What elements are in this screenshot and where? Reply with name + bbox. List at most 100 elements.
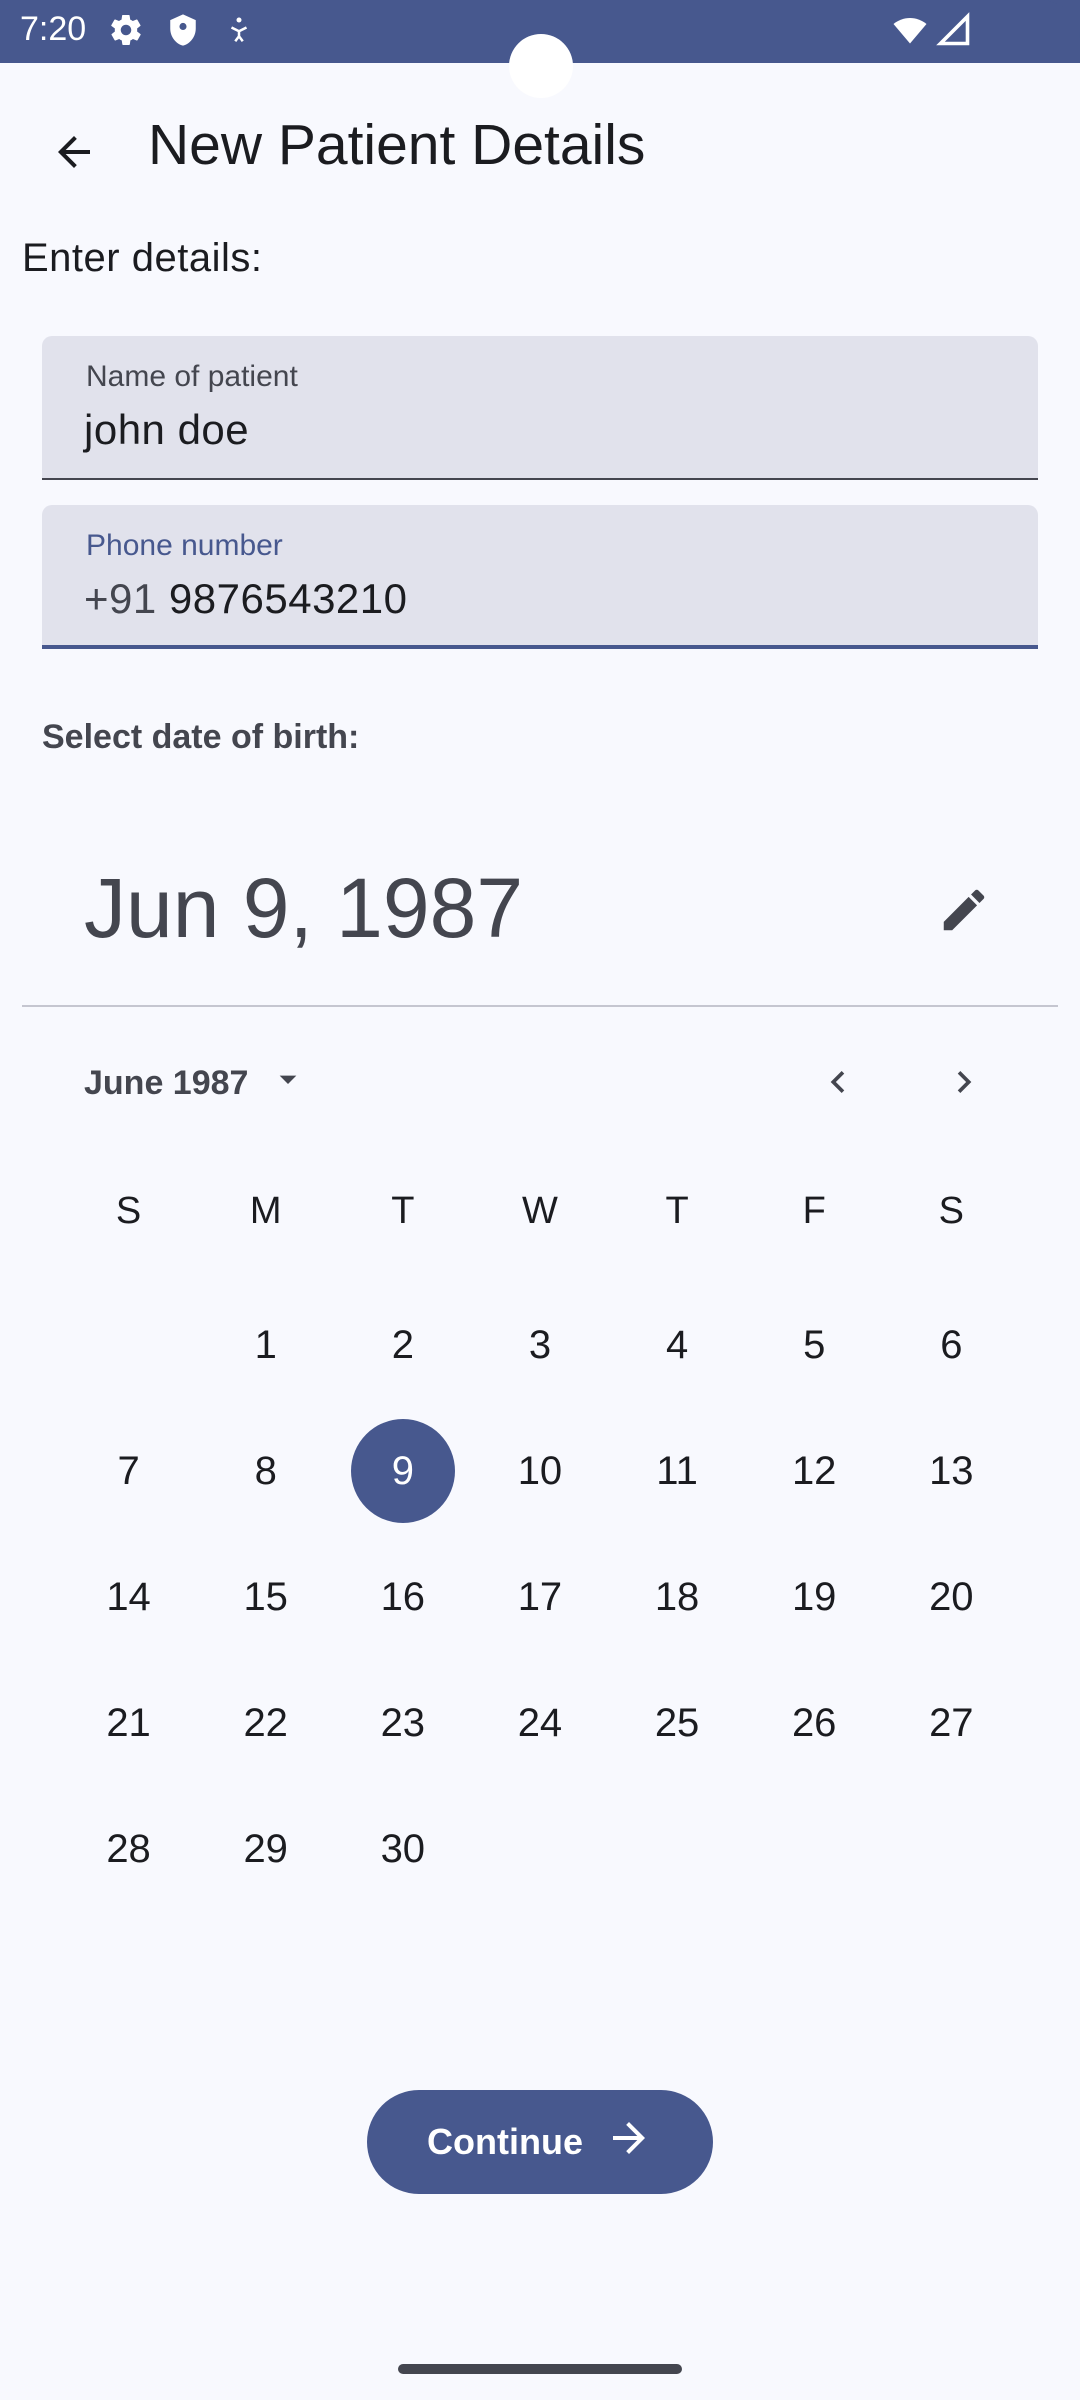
calendar-day[interactable]: 7 <box>60 1408 197 1534</box>
previous-month-button[interactable] <box>802 1048 874 1120</box>
calendar-day[interactable]: 28 <box>60 1786 197 1912</box>
calendar-day[interactable]: 6 <box>883 1282 1020 1408</box>
back-button[interactable] <box>38 118 110 190</box>
calendar-day-label: 3 <box>528 1322 552 1367</box>
calendar-day[interactable]: 23 <box>334 1660 471 1786</box>
name-field-underline <box>42 478 1038 480</box>
calendar-day[interactable]: 25 <box>609 1660 746 1786</box>
calendar-day-label: 13 <box>929 1448 974 1493</box>
calendar-day-label: 21 <box>106 1700 151 1745</box>
calendar-day[interactable]: 1 <box>197 1282 334 1408</box>
calendar-day-label: 1 <box>254 1322 277 1367</box>
calendar-day-label: 11 <box>656 1448 698 1493</box>
dropdown-arrow-icon <box>268 1059 308 1108</box>
name-field-value[interactable]: john doe <box>84 406 249 454</box>
calendar-day-label: 8 <box>254 1448 277 1493</box>
calendar-empty-cell <box>60 1282 197 1408</box>
next-month-button[interactable] <box>928 1048 1000 1120</box>
gear-icon <box>108 12 148 52</box>
phone-field[interactable]: Phone number +91 9876543210 <box>42 505 1038 649</box>
weekday-label: T <box>665 1190 689 1232</box>
weekday-label: S <box>115 1190 142 1232</box>
calendar-day-label: 10 <box>517 1448 563 1493</box>
dob-label: Select date of birth: <box>42 718 360 756</box>
calendar-day[interactable]: 17 <box>471 1534 608 1660</box>
selected-date-headline: Jun 9, 1987 <box>84 861 524 955</box>
name-field-label: Name of patient <box>86 360 298 393</box>
calendar-day[interactable]: 24 <box>471 1660 608 1786</box>
calendar-day[interactable]: 29 <box>197 1786 334 1912</box>
calendar-day-label: 24 <box>517 1700 563 1745</box>
edit-date-button[interactable] <box>928 876 1000 948</box>
calendar-days-grid: 1 2 3 4 5 6 7 8 9 10 11 12 13 14 15 16 17 18 19 20 21 22 23 24 2… <box>60 1282 1020 1912</box>
calendar-day-label: 12 <box>791 1448 837 1493</box>
calendar-day[interactable]: 13 <box>883 1408 1020 1534</box>
phone-field-label: Phone number <box>86 529 283 562</box>
name-field[interactable]: Name of patient john doe <box>42 336 1038 480</box>
calendar-day-label: 6 <box>940 1322 963 1367</box>
weekday-label: F <box>802 1190 826 1232</box>
calendar-day[interactable]: 11 <box>609 1408 746 1534</box>
calendar-day[interactable]: 5 <box>746 1282 883 1408</box>
calendar-day[interactable]: 21 <box>60 1660 197 1786</box>
calendar-day-label: 4 <box>665 1322 689 1367</box>
calendar-day[interactable]: 10 <box>471 1408 608 1534</box>
calendar-day-selected[interactable]: 9 <box>334 1408 471 1534</box>
calendar-day[interactable]: 3 <box>471 1282 608 1408</box>
calendar-day-label: 2 <box>391 1322 414 1367</box>
calendar-day-label: 14 <box>106 1574 151 1619</box>
calendar-day-label: 7 <box>117 1448 140 1493</box>
calendar-day-label: 18 <box>654 1574 700 1619</box>
month-year-selector[interactable]: June 1987 <box>84 1058 308 1108</box>
continue-button[interactable]: Continue <box>367 2090 713 2194</box>
divider <box>22 1005 1058 1007</box>
status-time: 7:20 <box>20 10 87 48</box>
calendar-day[interactable]: 16 <box>334 1534 471 1660</box>
calendar-day-label: 30 <box>380 1826 426 1871</box>
signal-icon <box>936 12 976 52</box>
weekday-label: S <box>938 1190 964 1232</box>
arrow-forward-icon <box>605 2114 653 2171</box>
weekday-label: T <box>391 1190 415 1232</box>
calendar-day[interactable]: 18 <box>609 1534 746 1660</box>
weekday-label: W <box>522 1190 558 1232</box>
calendar-day-label: 9 <box>350 1419 455 1523</box>
month-year-label: June 1987 <box>84 1063 249 1102</box>
calendar-day-label: 17 <box>517 1574 563 1619</box>
phone-field-value[interactable]: 9876543210 <box>169 575 408 622</box>
calendar-day-label: 23 <box>380 1700 426 1745</box>
calendar-day-label: 15 <box>243 1574 288 1619</box>
home-indicator[interactable] <box>398 2364 682 2374</box>
weekday-label: M <box>249 1190 282 1232</box>
calendar-day[interactable]: 12 <box>746 1408 883 1534</box>
phone-field-content: +91 9876543210 <box>84 575 408 623</box>
calendar-day[interactable]: 15 <box>197 1534 334 1660</box>
calendar-day-label: 5 <box>803 1322 826 1367</box>
page-title: New Patient Details <box>148 113 646 177</box>
calendar-day[interactable]: 2 <box>334 1282 471 1408</box>
calendar-day[interactable]: 19 <box>746 1534 883 1660</box>
calendar-day[interactable]: 4 <box>609 1282 746 1408</box>
arrow-back-icon <box>50 128 98 181</box>
calendar-day-label: 29 <box>243 1826 288 1871</box>
pencil-icon <box>937 883 991 942</box>
calendar-day-label: 22 <box>243 1700 288 1745</box>
calendar-day[interactable]: 26 <box>746 1660 883 1786</box>
chevron-right-icon <box>942 1060 986 1109</box>
chevron-left-icon <box>816 1060 860 1109</box>
wifi-icon <box>890 12 930 52</box>
phone-field-underline <box>42 645 1038 649</box>
calendar-day[interactable]: 22 <box>197 1660 334 1786</box>
calendar-day-label: 20 <box>929 1574 974 1619</box>
calendar-day-label: 28 <box>106 1826 151 1871</box>
calendar-day[interactable]: 20 <box>883 1534 1020 1660</box>
section-label: Enter details: <box>22 236 263 280</box>
calendar-day[interactable]: 8 <box>197 1408 334 1534</box>
accessibility-icon <box>224 12 264 52</box>
calendar-day-label: 26 <box>791 1700 837 1745</box>
calendar-day[interactable]: 27 <box>883 1660 1020 1786</box>
calendar-day[interactable]: 14 <box>60 1534 197 1660</box>
calendar-day[interactable]: 30 <box>334 1786 471 1912</box>
shield-icon <box>166 12 206 52</box>
calendar-day-label: 25 <box>654 1700 700 1745</box>
